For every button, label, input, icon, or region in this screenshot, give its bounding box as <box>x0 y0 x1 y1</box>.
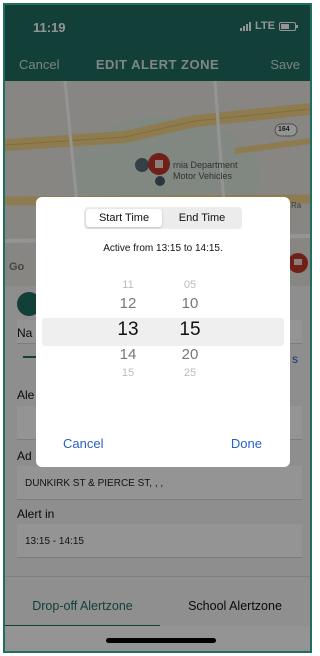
minute-option: 25 <box>183 367 197 379</box>
segment-end-time[interactable]: End Time <box>164 209 240 227</box>
phone-frame: 11:19 LTE Cancel EDIT ALERT ZONE Save rn… <box>3 3 312 653</box>
hour-picker-wheel[interactable]: 11 12 13 14 15 <box>98 279 158 389</box>
time-picker-dialog: Start Time End Time Active from 13:15 to… <box>36 197 290 467</box>
minute-selected: 15 <box>179 319 201 340</box>
time-segmented-control: Start Time End Time <box>84 207 242 229</box>
minute-option: 10 <box>181 295 199 312</box>
hour-option: 12 <box>119 295 137 312</box>
segment-start-time[interactable]: Start Time <box>86 209 162 227</box>
minute-option: 20 <box>181 346 199 363</box>
active-range-text: Active from 13:15 to 14:15. <box>103 243 223 254</box>
minute-picker-wheel[interactable]: 05 10 15 20 25 <box>160 279 220 389</box>
hour-option: 14 <box>119 346 137 363</box>
minute-option: 05 <box>183 279 197 291</box>
dialog-done-button[interactable]: Done <box>231 436 262 451</box>
hour-option: 11 <box>122 279 134 291</box>
dialog-cancel-button[interactable]: Cancel <box>63 436 103 451</box>
hour-option: 15 <box>121 367 135 379</box>
hour-selected: 13 <box>117 319 139 340</box>
